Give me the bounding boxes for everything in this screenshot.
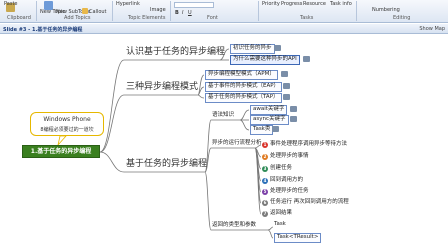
show-map-button[interactable]: Show Map [419, 26, 445, 32]
image-button[interactable]: Image [150, 7, 166, 13]
priority-3-icon: 3 [262, 166, 268, 172]
note-icon [281, 71, 288, 77]
topic-elements-group-label: Topic Elements [128, 15, 166, 21]
subtopic-task[interactable]: Task [274, 221, 286, 228]
mind-map-canvas[interactable]: Windows Phone 8编程必须要过的一道坎 1.基于任务的异步编程 认识… [0, 35, 448, 252]
note-icon [290, 116, 297, 122]
callout-title: Windows Phone [43, 116, 91, 123]
main-topic-task-async[interactable]: 基于任务的异步编程 [126, 160, 207, 169]
subtopic-task-class[interactable]: Task类 [250, 125, 274, 135]
resource-button[interactable]: Resource [303, 1, 326, 7]
note-icon [290, 106, 297, 112]
note-icon [272, 126, 279, 132]
flow-step[interactable]: 事件处理程序调用异步等待方法 [270, 141, 347, 148]
flow-step[interactable]: 返回结果 [270, 210, 292, 217]
priority-6-icon: 6 [262, 200, 268, 206]
priority-4-icon: 4 [262, 178, 268, 184]
central-topic[interactable]: 1.基于任务的异步编程 [22, 145, 100, 158]
add-topics-group-label: Add Topics [64, 15, 91, 21]
main-topic-three-patterns[interactable]: 三种异步编程模式 [126, 83, 198, 92]
note-icon [283, 83, 290, 89]
italic-button[interactable]: I [182, 10, 183, 16]
slide-title-bar: Slide #3 - 1.基于任务的异步编程 Show Map [0, 24, 448, 34]
ribbon-toolbar: Paste Clipboard New Topic New SubTopic C… [0, 0, 448, 23]
subtopic-first-look[interactable]: 初识任务的异步 [230, 44, 275, 54]
ribbon-separator [112, 1, 113, 21]
flow-step[interactable]: 处理异步的事情 [270, 153, 309, 160]
callout-button[interactable]: Callout [89, 9, 107, 15]
flow-step[interactable]: 创建任务 [270, 165, 292, 172]
progress-button[interactable]: Progress [281, 1, 302, 7]
subtopic-flow-analysis[interactable]: 异步的运行流程分析 [212, 140, 262, 147]
subtopic-apm[interactable]: 异步编程模型模式（APM） [205, 70, 278, 80]
priority-1-icon: 1 [262, 142, 268, 148]
callout-bubble[interactable]: Windows Phone 8编程必须要过的一道坎 [30, 112, 104, 136]
priority-7-icon: 7 [262, 211, 268, 217]
hyperlink-button[interactable]: Hyperlink [116, 1, 140, 7]
main-topic-understanding[interactable]: 认识基于任务的异步编程 [126, 48, 225, 57]
tasks-group-label: Tasks [300, 15, 314, 21]
font-group-label: Font [207, 15, 218, 21]
note-icon [303, 56, 310, 62]
editing-group-label: Editing [393, 15, 411, 21]
slide-title: Slide #3 - 1.基于任务的异步编程 [3, 27, 83, 33]
ribbon-separator [170, 1, 171, 21]
subtopic-return-types[interactable]: 返回的类型和参数 [212, 222, 256, 229]
subtopic-eap[interactable]: 基于事件的异步模式（EAP） [205, 82, 283, 92]
subtopic-syntax[interactable]: 语法知识 [212, 112, 234, 119]
underline-button[interactable]: U [188, 10, 192, 16]
subtopic-await-keyword[interactable]: await关键字 [250, 105, 288, 115]
note-icon [283, 94, 290, 100]
note-icon [274, 45, 281, 51]
ribbon-separator [356, 1, 357, 21]
numbering-button[interactable]: Numbering [372, 7, 400, 13]
subtopic-async-keyword[interactable]: async关键字 [250, 115, 289, 125]
flow-step[interactable]: 回到调用方的 [270, 177, 303, 184]
callout-icon [82, 8, 88, 14]
callout-subtitle: 8编程必须要过的一道坎 [40, 127, 94, 133]
ribbon-separator [258, 1, 259, 21]
clipboard-group-label: Clipboard [7, 15, 31, 21]
ribbon-separator [36, 1, 37, 21]
bold-button[interactable]: B [175, 10, 179, 16]
subtopic-task-tresult[interactable]: Task<TResult> [274, 233, 322, 243]
font-name-dropdown[interactable] [174, 2, 214, 8]
subtopic-why-async-api[interactable]: 为什么需要这种异步的API [230, 55, 300, 65]
priority-2-icon: 2 [262, 154, 268, 160]
flow-step[interactable]: 处理异步的任务 [270, 188, 309, 195]
task-info-button[interactable]: Task info [330, 1, 352, 7]
priority-button[interactable]: Priority [262, 1, 280, 7]
priority-5-icon: 5 [262, 189, 268, 195]
paste-button[interactable]: Paste [4, 1, 18, 7]
flow-step[interactable]: 任务运行 再次回到调用方的流程 [270, 199, 349, 206]
subtopic-tap[interactable]: 基于任务的异步模式（TAP） [205, 93, 282, 103]
